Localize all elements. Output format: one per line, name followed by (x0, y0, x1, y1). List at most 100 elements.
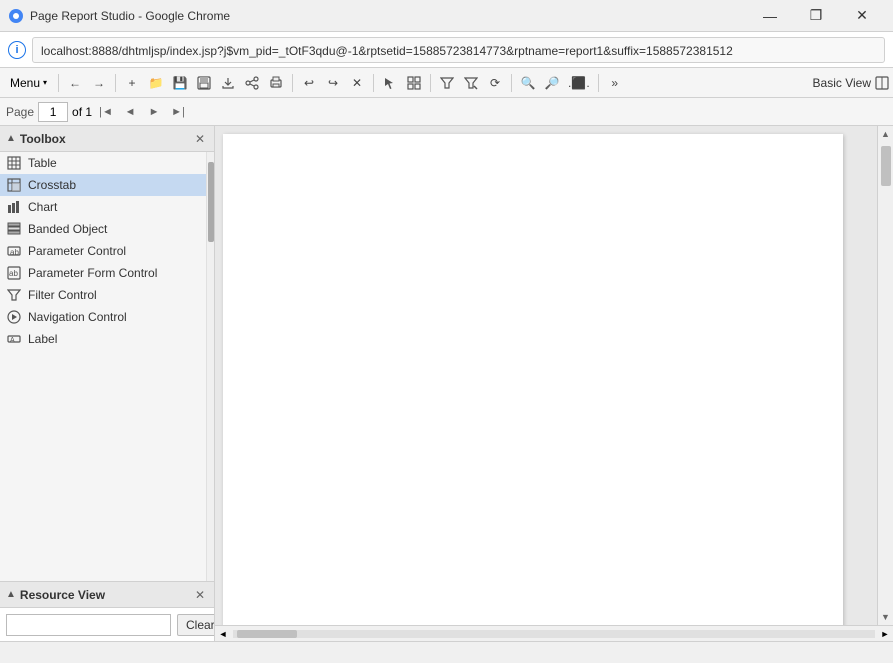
of-label: of 1 (72, 105, 92, 119)
selectall-button[interactable] (403, 72, 425, 94)
prev-page-button[interactable]: ◄ (120, 102, 140, 122)
toolbox-item-label-label: Label (28, 332, 57, 346)
statusbar-text (8, 647, 11, 659)
vertical-scrollbar[interactable]: ▲ ▼ (877, 126, 893, 625)
canvas-scroll[interactable] (215, 126, 877, 625)
filter-icon (6, 287, 22, 303)
last-page-button[interactable]: ►| (168, 102, 188, 122)
toolbox-item-param-form[interactable]: ab Parameter Form Control (0, 262, 206, 284)
basic-view-icon (875, 76, 889, 90)
addressbar: i localhost:8888/dhtmljsp/index.jsp?j$vm… (0, 32, 893, 68)
menu-chevron: ▾ (43, 78, 47, 87)
toolbox-item-table[interactable]: Table (0, 152, 206, 174)
basic-view-button[interactable]: Basic View (813, 76, 889, 90)
page-input[interactable] (38, 102, 68, 122)
toolbar-main: Menu ▾ ← → + 📁 💾 ↩ ↪ ✕ ⟳ 🔍 🔎 .⬛. » Basic… (0, 68, 893, 98)
undo-button[interactable]: ↩ (298, 72, 320, 94)
chart-icon (6, 199, 22, 215)
select-button[interactable] (379, 72, 401, 94)
toolbox-scroll-wrapper: Table Crosstab Chart (0, 152, 214, 581)
svg-text:ab: ab (10, 248, 19, 257)
filter-button[interactable] (436, 72, 458, 94)
toolbox-section: ▲ Toolbox ✕ Table (0, 126, 214, 581)
canvas-area: ▲ ▼ ◄ ► (215, 126, 893, 641)
param-icon: ab (6, 243, 22, 259)
svg-text:A: A (10, 337, 15, 344)
redo-button[interactable]: ↪ (322, 72, 344, 94)
filter2-icon (464, 76, 478, 90)
toolbox-item-nav-label: Navigation Control (28, 310, 127, 324)
export-button[interactable] (217, 72, 239, 94)
saveas-icon (197, 76, 211, 90)
print-button[interactable] (265, 72, 287, 94)
next-page-button[interactable]: ► (144, 102, 164, 122)
sep-6 (511, 74, 512, 92)
toolbox-scrollbar[interactable] (206, 152, 214, 581)
page-label: Page (6, 105, 34, 119)
toolbox-item-chart-label: Chart (28, 200, 57, 214)
scroll-right-button[interactable]: ► (877, 626, 893, 642)
fit-button[interactable]: .⬛. (565, 72, 593, 94)
url-bar[interactable]: localhost:8888/dhtmljsp/index.jsp?j$vm_p… (32, 37, 885, 63)
toolbox-item-label[interactable]: A Label (0, 328, 206, 350)
maximize-button[interactable]: ❐ (793, 0, 839, 32)
filter2-button[interactable] (460, 72, 482, 94)
selectall-icon (407, 76, 421, 90)
hscroll-thumb (237, 630, 297, 638)
toolbox-item-nav[interactable]: Navigation Control (0, 306, 206, 328)
toolbox-item-crosstab[interactable]: Crosstab (0, 174, 206, 196)
toolbox-item-param[interactable]: ab Parameter Control (0, 240, 206, 262)
toolbox-item-param-form-label: Parameter Form Control (28, 266, 157, 280)
resource-content: Clear (0, 608, 214, 641)
back-button[interactable]: ← (64, 72, 86, 94)
save-button[interactable]: 💾 (169, 72, 191, 94)
scroll-left-button[interactable]: ◄ (215, 626, 231, 642)
print-icon (269, 76, 283, 90)
forward-button[interactable]: → (88, 72, 110, 94)
label-icon: A (6, 331, 22, 347)
scroll-up-button[interactable]: ▲ (878, 126, 893, 142)
clear-button[interactable]: Clear (177, 614, 215, 636)
chrome-icon (8, 8, 24, 24)
toolbox-item-banded-label: Banded Object (28, 222, 107, 236)
zoom-out-button[interactable]: 🔎 (541, 72, 563, 94)
resource-section: ▲ Resource View ✕ Clear (0, 581, 214, 641)
info-icon: i (8, 41, 26, 59)
titlebar-title: Page Report Studio - Google Chrome (30, 9, 747, 23)
resource-search-input[interactable] (6, 614, 171, 636)
saveas-button[interactable] (193, 72, 215, 94)
close-button[interactable]: ✕ (839, 0, 885, 32)
scroll-down-button[interactable]: ▼ (878, 609, 893, 625)
scroll-track (878, 142, 893, 609)
resource-header[interactable]: ▲ Resource View ✕ (0, 582, 214, 608)
share-button[interactable] (241, 72, 263, 94)
zoom-in-button[interactable]: 🔍 (517, 72, 539, 94)
minimize-button[interactable]: — (747, 0, 793, 32)
new-button[interactable]: + (121, 72, 143, 94)
share-icon (245, 76, 259, 90)
horizontal-scrollbar[interactable]: ◄ ► (215, 625, 893, 641)
main-layout: ▲ Toolbox ✕ Table (0, 126, 893, 641)
toolbox-item-chart[interactable]: Chart (0, 196, 206, 218)
menu-button[interactable]: Menu ▾ (4, 74, 53, 92)
toolbox-close-button[interactable]: ✕ (192, 131, 208, 147)
select-icon (383, 76, 397, 90)
titlebar: Page Report Studio - Google Chrome — ❐ ✕ (0, 0, 893, 32)
table-icon (6, 155, 22, 171)
more-button[interactable]: » (604, 72, 626, 94)
resource-close-button[interactable]: ✕ (192, 587, 208, 603)
toolbox-header[interactable]: ▲ Toolbox ✕ (0, 126, 214, 152)
sep-4 (373, 74, 374, 92)
export-icon (221, 76, 235, 90)
toolbox-item-filter[interactable]: Filter Control (0, 284, 206, 306)
delete-button[interactable]: ✕ (346, 72, 368, 94)
pagebar: Page of 1 |◄ ◄ ► ►| (0, 98, 893, 126)
basic-view-label: Basic View (813, 76, 871, 90)
svg-text:ab: ab (9, 269, 18, 278)
open-button[interactable]: 📁 (145, 72, 167, 94)
first-page-button[interactable]: |◄ (96, 102, 116, 122)
refresh-button[interactable]: ⟳ (484, 72, 506, 94)
sep-2 (115, 74, 116, 92)
sep-1 (58, 74, 59, 92)
toolbox-item-banded[interactable]: Banded Object (0, 218, 206, 240)
